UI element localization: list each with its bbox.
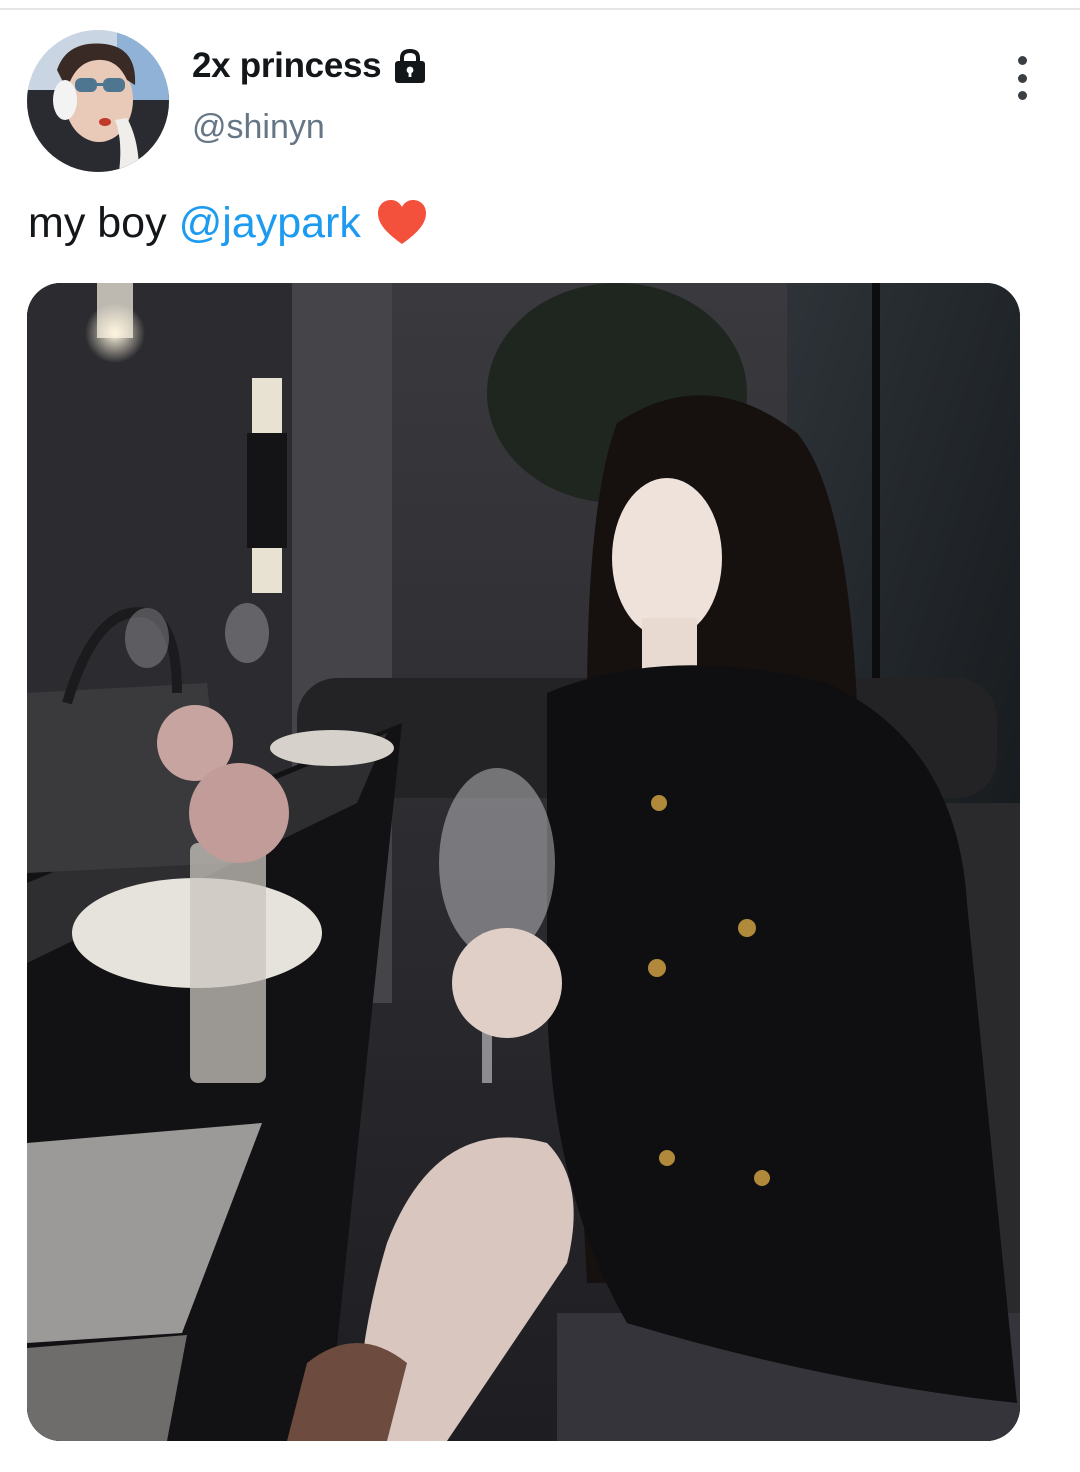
more-options-button[interactable] (1002, 56, 1042, 100)
avatar[interactable] (27, 30, 169, 172)
mention-link[interactable]: @jaypark (179, 199, 361, 248)
heart-icon (377, 200, 426, 244)
user-handle[interactable]: @shinyn (192, 108, 325, 147)
tweet-photo[interactable] (27, 283, 1020, 1441)
more-options-icon (1017, 91, 1027, 100)
more-options-icon (1017, 56, 1027, 65)
top-divider (0, 8, 1080, 10)
display-name-row: 2x princess (192, 46, 429, 86)
restaurant-photo (27, 283, 1020, 1441)
more-options-icon (1017, 73, 1027, 83)
display-name[interactable]: 2x princess (192, 46, 382, 86)
avatar-photo (27, 30, 169, 172)
tweet-text: my boy @jaypark (28, 196, 429, 250)
tweet-text-body: my boy (28, 198, 167, 247)
lock-icon (395, 48, 426, 83)
